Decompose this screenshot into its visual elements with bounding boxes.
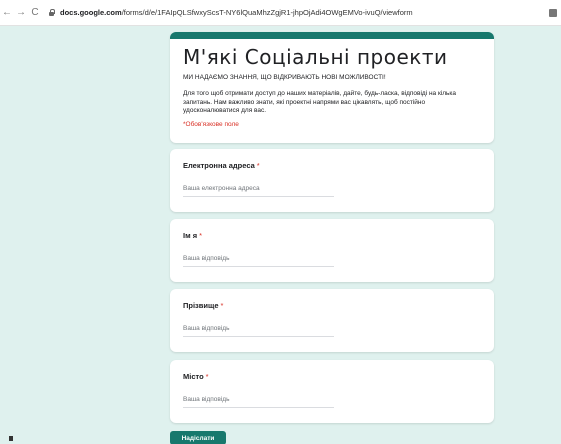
submit-button[interactable]: Надіслати	[170, 431, 226, 444]
question-card-email: Електронна адреса *	[170, 149, 494, 212]
question-label: Прізвище *	[183, 301, 481, 310]
question-card-surname: Прізвище *	[170, 289, 494, 352]
form-title: М'які Соціальні проекти	[183, 45, 448, 69]
back-arrow-icon[interactable]: ←	[0, 7, 14, 18]
forward-arrow-icon[interactable]: →	[14, 7, 28, 18]
question-label: Ім я *	[183, 231, 481, 240]
required-mark: *	[205, 372, 209, 381]
email-field[interactable]	[183, 185, 334, 197]
url-path: /forms/d/e/1FAIpQLSfwxyScsT-NY6lQuaMhzZg…	[121, 8, 413, 17]
form-subtitle: МИ НАДАЄМО ЗНАННЯ, ЩО ВІДКРИВАЮТЬ НОВІ М…	[183, 74, 386, 81]
form-description: Для того щоб отримати доступ до наших ма…	[183, 90, 457, 114]
question-label: Електронна адреса *	[183, 161, 481, 170]
taskbar-square-icon	[9, 436, 13, 441]
extension-icon[interactable]	[549, 9, 557, 17]
name-field[interactable]	[183, 255, 334, 267]
url-domain: docs.google.com	[60, 8, 122, 17]
surname-field[interactable]	[183, 325, 334, 337]
form-header-card: М'які Соціальні проекти МИ НАДАЄМО ЗНАНН…	[170, 32, 494, 143]
lock-icon	[48, 9, 55, 16]
required-mark: *	[199, 231, 203, 240]
address-bar[interactable]: docs.google.com/forms/d/e/1FAIpQLSfwxySc…	[60, 8, 413, 17]
question-label-text: Ім я	[183, 231, 198, 240]
browser-toolbar: ← → C docs.google.com/forms/d/e/1FAIpQLS…	[0, 0, 561, 26]
question-label-text: Прізвище	[183, 301, 219, 310]
required-mark: *	[256, 161, 260, 170]
question-label-text: Місто	[183, 372, 204, 381]
question-label: Місто *	[183, 372, 481, 381]
question-card-name: Ім я *	[170, 219, 494, 282]
reload-icon[interactable]: C	[28, 7, 42, 18]
required-note: *Обов'язкове поле	[183, 120, 239, 128]
city-field[interactable]	[183, 396, 334, 408]
question-card-city: Місто *	[170, 360, 494, 423]
required-mark: *	[220, 301, 224, 310]
question-label-text: Електронна адреса	[183, 161, 255, 170]
